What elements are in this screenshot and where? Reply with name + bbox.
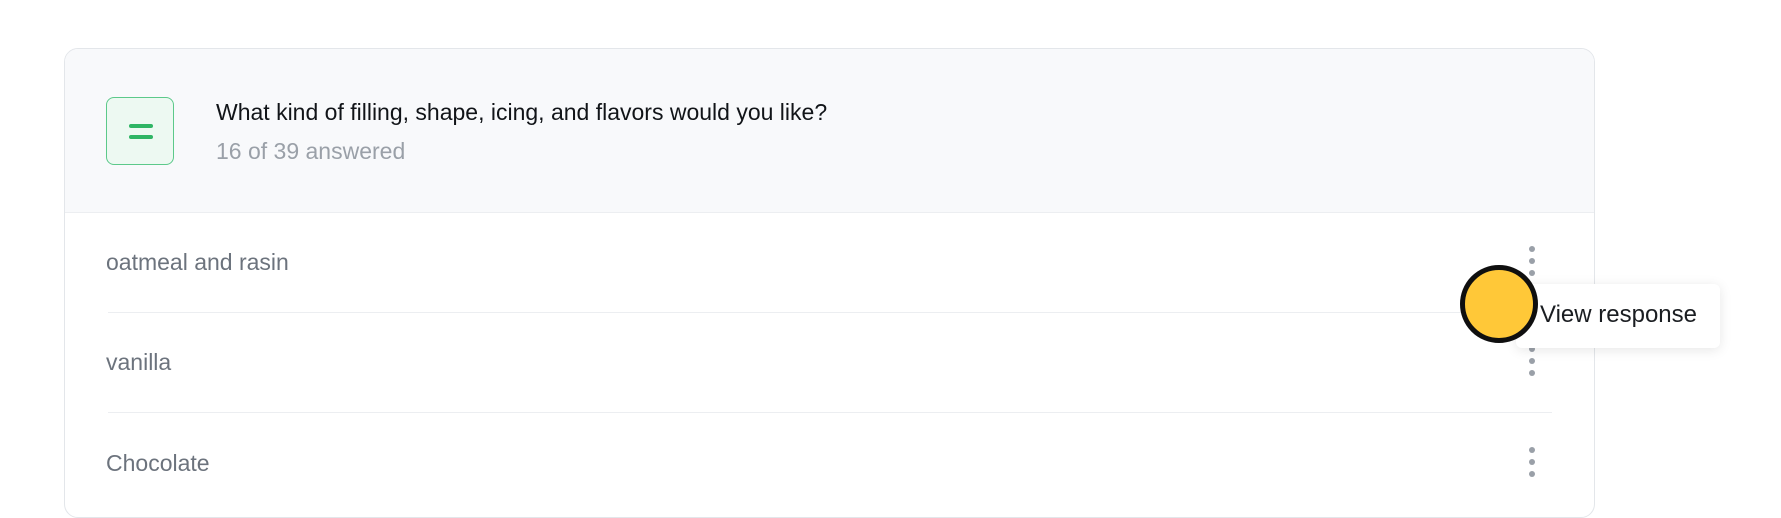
long-text-icon [106, 97, 174, 165]
kebab-menu-icon[interactable] [1526, 346, 1538, 378]
kebab-dot [1529, 358, 1535, 364]
response-text: oatmeal and rasin [106, 249, 289, 275]
kebab-dot [1529, 447, 1535, 453]
kebab-dot [1529, 370, 1535, 376]
response-row: Chocolate [65, 414, 1594, 514]
kebab-menu-icon[interactable] [1526, 246, 1538, 278]
view-response-menu-item[interactable]: View response [1516, 284, 1720, 348]
cursor-marker [1460, 265, 1538, 343]
row-divider [108, 412, 1552, 413]
kebab-dot [1529, 246, 1535, 252]
kebab-menu-icon[interactable] [1526, 447, 1538, 479]
answered-count: 16 of 39 answered [216, 138, 406, 164]
question-title: What kind of filling, shape, icing, and … [216, 99, 828, 125]
question-header: What kind of filling, shape, icing, and … [65, 49, 1594, 213]
kebab-dot [1529, 270, 1535, 276]
response-row: oatmeal and rasin [65, 213, 1594, 313]
kebab-dot [1529, 471, 1535, 477]
icon-line-bottom [129, 135, 153, 139]
icon-line-top [129, 124, 153, 128]
response-row: vanilla [65, 313, 1594, 413]
kebab-dot [1529, 258, 1535, 264]
response-text: Chocolate [106, 450, 210, 476]
kebab-dot [1529, 459, 1535, 465]
question-card: What kind of filling, shape, icing, and … [64, 48, 1595, 518]
response-text: vanilla [106, 349, 172, 375]
